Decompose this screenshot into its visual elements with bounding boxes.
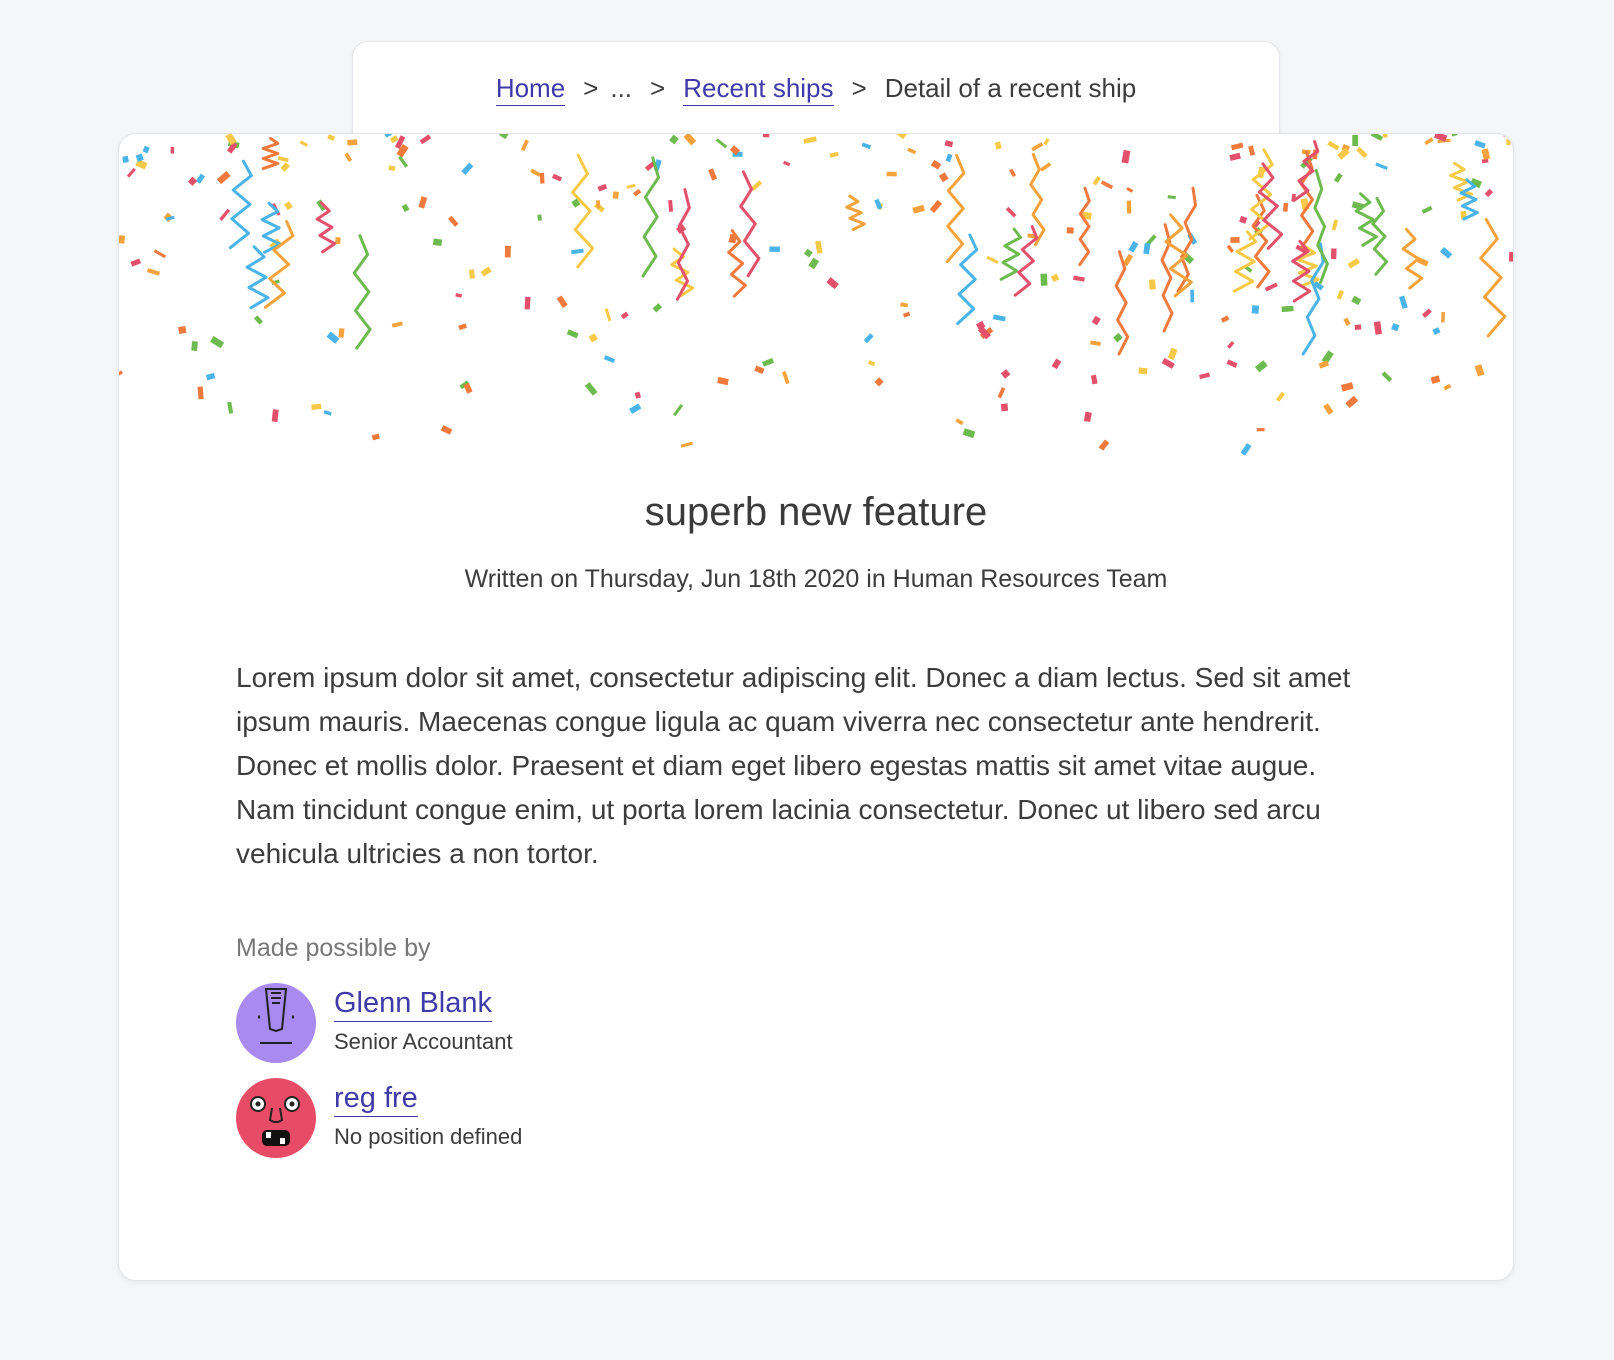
made-possible-label: Made possible by	[236, 934, 431, 962]
breadcrumb-current: Detail of a recent ship	[884, 73, 1137, 103]
purple-face-icon[interactable]	[236, 983, 316, 1063]
breadcrumb-ellipsis[interactable]: ...	[610, 73, 632, 103]
contributor-position: Senior Accountant	[334, 1029, 513, 1054]
ship-description: Lorem ipsum dolor sit amet, consectetur …	[236, 662, 1351, 869]
contributor-name-link[interactable]: reg fre	[334, 1080, 418, 1117]
breadcrumb-home-link[interactable]: Home	[495, 73, 566, 106]
breadcrumb-separator: >	[583, 73, 599, 103]
breadcrumb: Home >... > Recent ships > Detail of a recent…	[353, 70, 1279, 106]
breadcrumb-recent-ships-link[interactable]: Recent ships	[683, 73, 834, 106]
ship-meta: Written on Thursday, Jun 18th 2020 in Hu…	[464, 565, 1168, 593]
ship-title: superb new feature	[644, 490, 988, 534]
confetti-icon	[119, 134, 1513, 456]
breadcrumb-separator: >	[851, 73, 867, 103]
contributor-position: No position defined	[334, 1124, 523, 1149]
breadcrumb-separator: >	[650, 73, 666, 103]
ship-detail-card: superb new feature Written on Thursday, …	[118, 133, 1514, 1281]
contributor-name-link[interactable]: Glenn Blank	[334, 985, 492, 1022]
red-face-icon[interactable]	[236, 1078, 316, 1158]
